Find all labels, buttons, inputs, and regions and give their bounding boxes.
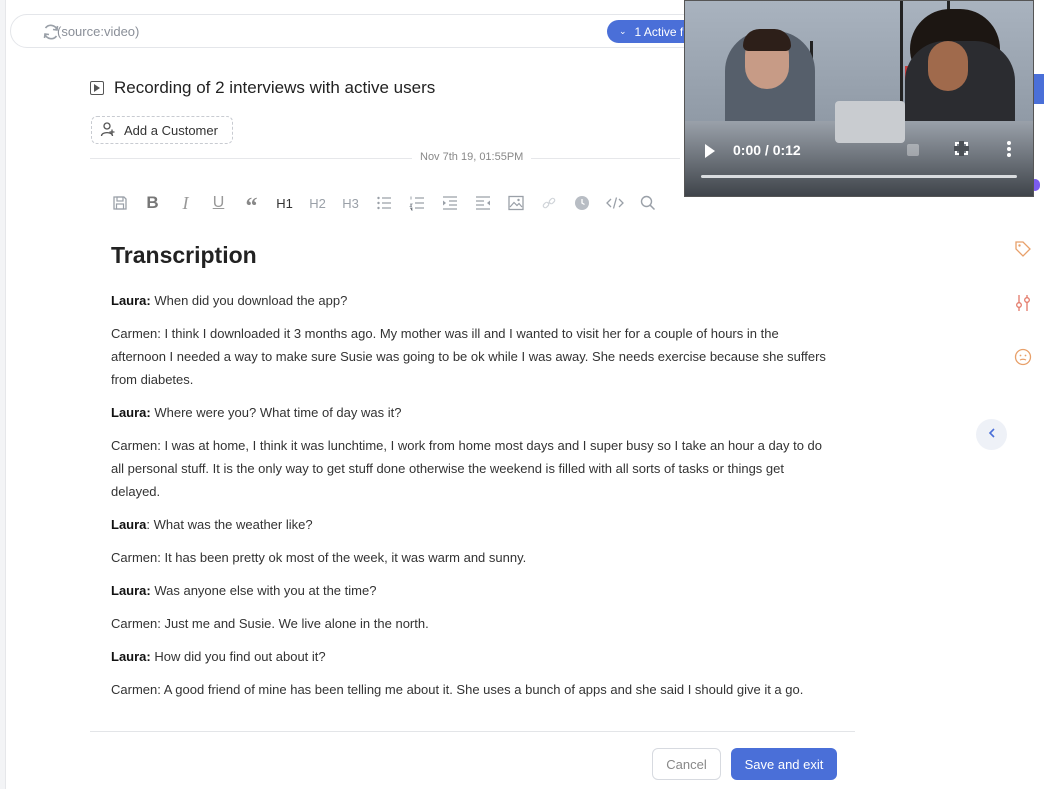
video-time: 0:00 / 0:12 bbox=[733, 142, 801, 158]
collapse-panel-button[interactable] bbox=[976, 419, 1007, 450]
date-divider bbox=[90, 158, 680, 159]
paragraph-text: Carmen: It has been pretty ok most of th… bbox=[111, 550, 527, 565]
transcript-paragraph: Laura: Was anyone else with you at the t… bbox=[111, 579, 831, 602]
bold-icon[interactable]: B bbox=[136, 190, 169, 216]
search-input[interactable]: (source:video) bbox=[57, 24, 139, 39]
italic-icon[interactable]: I bbox=[169, 190, 202, 216]
paragraph-text: : What was the weather like? bbox=[146, 517, 313, 532]
video-frame-person-head bbox=[928, 41, 968, 91]
indent-icon[interactable] bbox=[433, 190, 466, 216]
bullet-list-icon[interactable] bbox=[367, 190, 400, 216]
chevron-left-icon bbox=[986, 426, 998, 444]
active-filter-label: 1 Active f bbox=[634, 24, 684, 39]
volume-icon[interactable] bbox=[907, 144, 919, 156]
video-progress-bar[interactable] bbox=[701, 175, 1017, 178]
footer-divider bbox=[90, 731, 855, 732]
document-heading: Transcription bbox=[111, 242, 257, 268]
heading3-button[interactable]: H3 bbox=[334, 190, 367, 216]
search-bar[interactable]: (source:video) bbox=[10, 14, 710, 48]
code-icon[interactable] bbox=[598, 190, 631, 216]
speaker-label: Laura: bbox=[111, 293, 151, 308]
video-controls bbox=[685, 131, 1033, 196]
link-icon[interactable] bbox=[532, 190, 565, 216]
outdent-icon[interactable] bbox=[466, 190, 499, 216]
sentiment-icon[interactable] bbox=[1012, 346, 1034, 368]
heading1-button[interactable]: H1 bbox=[268, 190, 301, 216]
speaker-label: Laura: bbox=[111, 405, 151, 420]
transcript-paragraph: Laura: What was the weather like? bbox=[111, 513, 831, 536]
paragraph-text: How did you find out about it? bbox=[150, 649, 326, 664]
speaker-label: Laura: bbox=[111, 649, 151, 664]
paragraph-text: Carmen: I think I downloaded it 3 months… bbox=[111, 326, 826, 387]
transcript-paragraph: Carmen: I was at home, I think it was lu… bbox=[111, 434, 831, 503]
numbered-list-icon[interactable] bbox=[400, 190, 433, 216]
editor-toolbar: B I U “ H1 H2 H3 bbox=[103, 190, 664, 220]
add-customer-label: Add a Customer bbox=[124, 122, 218, 138]
transcription-editor[interactable]: Transcription Laura: When did you downlo… bbox=[111, 242, 831, 710]
add-user-icon bbox=[100, 121, 116, 140]
sliders-icon[interactable] bbox=[1012, 292, 1034, 314]
transcript-paragraph: Carmen: A good friend of mine has been t… bbox=[111, 678, 831, 701]
video-source-icon bbox=[90, 81, 104, 95]
transcript-paragraph: Carmen: It has been pretty ok most of th… bbox=[111, 546, 831, 569]
clock-icon[interactable] bbox=[565, 190, 598, 216]
transcript-paragraph: Carmen: I think I downloaded it 3 months… bbox=[111, 322, 831, 391]
paragraph-text: Carmen: A good friend of mine has been t… bbox=[111, 682, 804, 697]
add-customer-button[interactable]: Add a Customer bbox=[91, 116, 233, 144]
left-edge bbox=[0, 0, 6, 789]
paragraph-text: Where were you? What time of day was it? bbox=[150, 405, 402, 420]
chevron-down-icon: ⌄ bbox=[619, 26, 627, 36]
paragraph-text: Carmen: Just me and Susie. We live alone… bbox=[111, 616, 429, 631]
save-icon[interactable] bbox=[103, 190, 136, 216]
fullscreen-icon[interactable] bbox=[954, 141, 969, 156]
speaker-label: Laura bbox=[111, 517, 147, 532]
paragraph-text: Carmen: I was at home, I think it was lu… bbox=[111, 438, 822, 499]
paragraph-text: When did you download the app? bbox=[150, 293, 348, 308]
quote-icon[interactable]: “ bbox=[235, 190, 268, 220]
transcript-paragraph: Laura: Where were you? What time of day … bbox=[111, 401, 831, 424]
transcript-paragraph: Carmen: Just me and Susie. We live alone… bbox=[111, 612, 831, 635]
cancel-button[interactable]: Cancel bbox=[652, 748, 721, 780]
rail-active-indicator bbox=[1034, 74, 1044, 104]
record-date: Nov 7th 19, 01:55PM bbox=[412, 151, 532, 163]
heading2-button[interactable]: H2 bbox=[301, 190, 334, 216]
tag-icon[interactable] bbox=[1012, 238, 1034, 260]
play-icon[interactable] bbox=[705, 144, 715, 158]
speaker-label: Laura: bbox=[111, 583, 151, 598]
transcript-paragraph: Laura: When did you download the app? bbox=[111, 289, 831, 312]
paragraph-text: Was anyone else with you at the time? bbox=[150, 583, 377, 598]
more-options-icon[interactable] bbox=[1007, 141, 1011, 157]
video-frame-person-hair bbox=[743, 29, 791, 51]
image-icon[interactable] bbox=[499, 190, 532, 216]
save-and-exit-button[interactable]: Save and exit bbox=[731, 748, 837, 780]
transcript-paragraph: Laura: How did you find out about it? bbox=[111, 645, 831, 668]
underline-icon[interactable]: U bbox=[202, 190, 235, 216]
video-player[interactable]: 0:00 / 0:12 bbox=[684, 0, 1034, 197]
record-title-row: Recording of 2 interviews with active us… bbox=[90, 78, 435, 98]
transcript-paragraphs: Laura: When did you download the app? Car… bbox=[111, 289, 831, 701]
search-icon[interactable] bbox=[631, 190, 664, 216]
page-title[interactable]: Recording of 2 interviews with active us… bbox=[114, 78, 435, 98]
